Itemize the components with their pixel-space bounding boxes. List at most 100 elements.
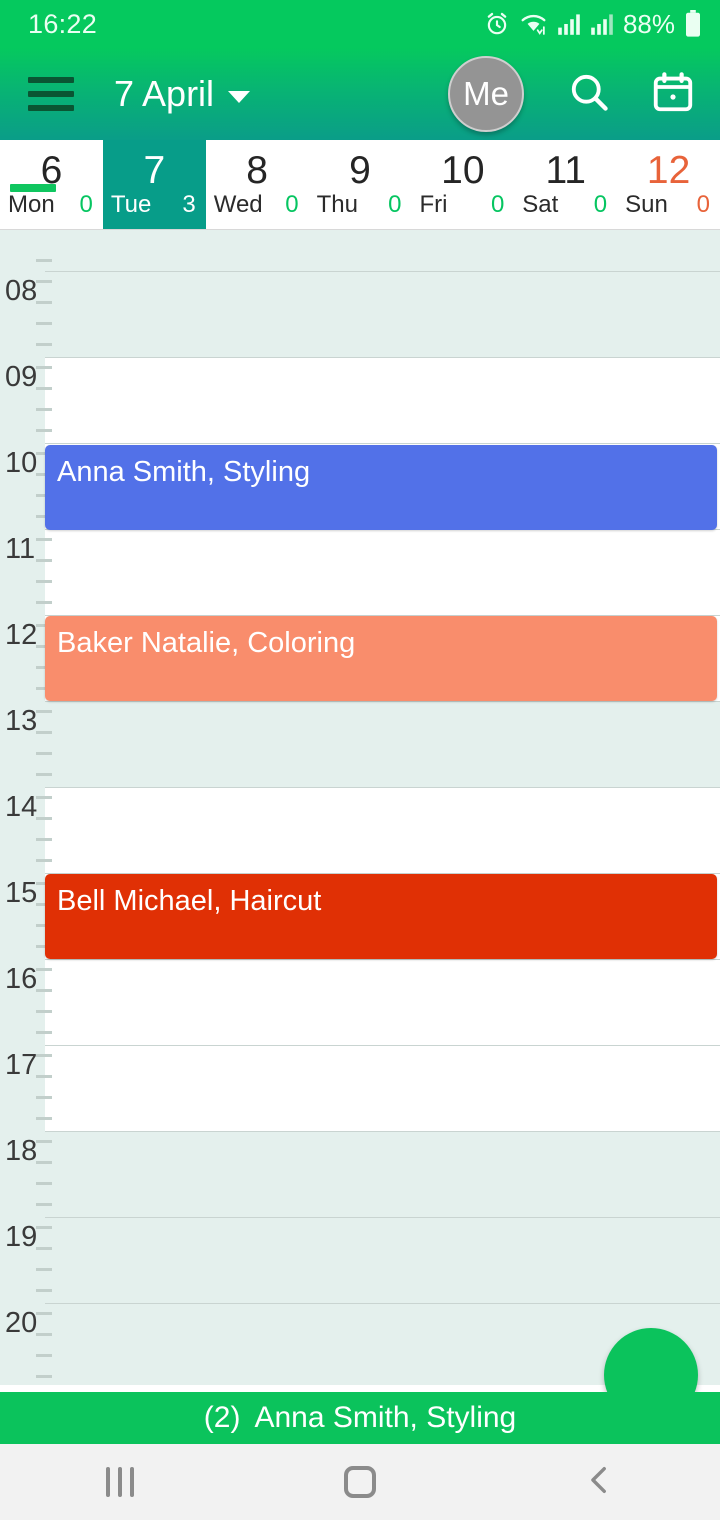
hour-row-13[interactable]: 13 — [0, 702, 720, 788]
quarter-tick — [36, 580, 52, 583]
recents-button[interactable] — [60, 1444, 180, 1520]
hour-label: 18 — [5, 1135, 38, 1167]
day-cell-footer: Sat 0 — [514, 191, 617, 221]
app-bar: 7 April Me — [0, 48, 720, 140]
day-number: 7 — [143, 148, 166, 192]
search-button[interactable] — [564, 69, 614, 119]
calendar-event[interactable]: Baker Natalie, Coloring — [45, 616, 717, 701]
quarter-tick — [36, 1203, 52, 1206]
day-cell-tue[interactable]: 7 Tue 3 — [102, 140, 206, 229]
quarter-tick — [36, 1226, 52, 1229]
hour-row-19[interactable]: 19 — [0, 1218, 720, 1304]
hour-label: 11 — [5, 533, 36, 565]
day-number: 11 — [545, 148, 586, 192]
day-weekday-label: Mon — [8, 183, 56, 219]
selected-event-title: Anna Smith, Styling — [254, 1401, 517, 1434]
quarter-tick — [36, 387, 52, 390]
hour-row-09[interactable]: 09 — [0, 358, 720, 444]
day-event-count: 0 — [79, 190, 93, 218]
calendar-view-button[interactable] — [648, 69, 698, 119]
day-number: 9 — [349, 148, 371, 192]
day-event-count: 0 — [696, 190, 711, 218]
quarter-tick — [36, 1096, 52, 1099]
selected-event-bar[interactable]: (2) Anna Smith, Styling — [0, 1392, 720, 1444]
quarter-tick — [36, 1010, 52, 1013]
quarter-tick — [36, 429, 52, 432]
recents-icon — [106, 1467, 134, 1497]
quarter-tick — [36, 1333, 52, 1336]
day-event-count: 0 — [490, 190, 505, 218]
day-cell-footer: Wed 0 — [206, 191, 309, 221]
quarter-tick — [36, 538, 52, 541]
quarter-tick — [36, 366, 52, 369]
day-weekday-label: Fri — [419, 190, 448, 218]
quarter-tick — [36, 259, 52, 262]
event-title: Baker Natalie, Coloring — [57, 627, 356, 659]
quarter-tick — [36, 601, 52, 604]
day-event-count: 3 — [182, 190, 196, 218]
hour-row-14[interactable]: 14 — [0, 788, 720, 874]
alarm-icon — [484, 11, 510, 37]
hour-row-11[interactable]: 11 — [0, 530, 720, 616]
quarter-tick — [36, 301, 52, 304]
quarter-tick — [36, 1140, 52, 1143]
quarter-tick — [36, 796, 52, 799]
hour-row-16[interactable]: 16 — [0, 960, 720, 1046]
android-nav-bar — [0, 1444, 720, 1520]
quarter-tick — [36, 322, 52, 325]
quarter-tick — [36, 989, 52, 992]
chevron-down-icon — [228, 91, 251, 103]
quarter-tick — [36, 1182, 52, 1185]
quarter-tick — [36, 1075, 52, 1078]
quarter-tick — [36, 1117, 52, 1120]
day-event-count: 0 — [285, 190, 299, 218]
day-cell-thu[interactable]: 9 Thu 0 — [308, 140, 412, 229]
hour-label: 09 — [5, 361, 38, 393]
day-event-count: 0 — [593, 190, 608, 218]
avatar[interactable]: Me — [448, 56, 524, 132]
quarter-tick — [36, 343, 52, 346]
quarter-tick — [36, 1375, 52, 1378]
home-icon — [344, 1466, 376, 1498]
week-day-strip: 6 Mon 0 7 Tue 3 8 Wed 0 9 Thu 0 10 Fri 0 11 Sat 0 12 Sun 0 — [0, 140, 720, 230]
back-icon — [583, 1463, 617, 1502]
day-cell-fri[interactable]: 10 Fri 0 — [411, 140, 515, 229]
day-cell-sun[interactable]: 12 Sun 0 — [617, 140, 720, 229]
page-title: 7 April — [114, 73, 215, 114]
avatar-label: Me — [463, 75, 509, 112]
wifi-icon — [519, 11, 548, 37]
quarter-tick — [36, 1312, 52, 1315]
hour-label: 20 — [5, 1307, 38, 1339]
calendar-grid[interactable]: 08 09 10 11 12 13 14 15 16 17 18 19 20 Anna Smith, S… — [0, 230, 720, 1385]
quarter-tick — [36, 1054, 52, 1057]
status-bar: 16:22 88% — [0, 0, 720, 48]
hamburger-menu-icon[interactable] — [28, 77, 74, 111]
signal-icon — [590, 12, 614, 36]
day-weekday-label: Sat — [522, 190, 559, 218]
calendar-event[interactable]: Bell Michael, Haircut — [45, 874, 717, 959]
home-button[interactable] — [300, 1444, 420, 1520]
quarter-tick — [36, 731, 52, 734]
selected-event-count: (2) — [203, 1401, 241, 1434]
quarter-tick — [36, 773, 52, 776]
day-cell-wed[interactable]: 8 Wed 0 — [205, 140, 309, 229]
hour-label: 12 — [5, 619, 38, 651]
day-cell-sat[interactable]: 11 Sat 0 — [514, 140, 618, 229]
hour-row-17[interactable]: 17 — [0, 1046, 720, 1132]
day-cell-footer: Sun 0 — [617, 191, 720, 221]
calendar-event[interactable]: Anna Smith, Styling — [45, 445, 717, 530]
today-marker — [10, 183, 56, 192]
quarter-tick — [36, 280, 52, 283]
hour-row-partial[interactable] — [0, 230, 720, 272]
date-title-button[interactable]: 7 April — [114, 73, 251, 115]
quarter-tick — [36, 968, 52, 971]
hour-row-18[interactable]: 18 — [0, 1132, 720, 1218]
back-button[interactable] — [540, 1444, 660, 1520]
quarter-tick — [36, 1161, 52, 1164]
quarter-tick — [36, 859, 52, 862]
hour-row-08[interactable]: 08 — [0, 272, 720, 358]
day-cell-mon[interactable]: 6 Mon 0 — [0, 140, 103, 229]
quarter-tick — [36, 1289, 52, 1292]
event-title: Bell Michael, Haircut — [57, 885, 322, 917]
hour-label: 08 — [5, 275, 38, 307]
